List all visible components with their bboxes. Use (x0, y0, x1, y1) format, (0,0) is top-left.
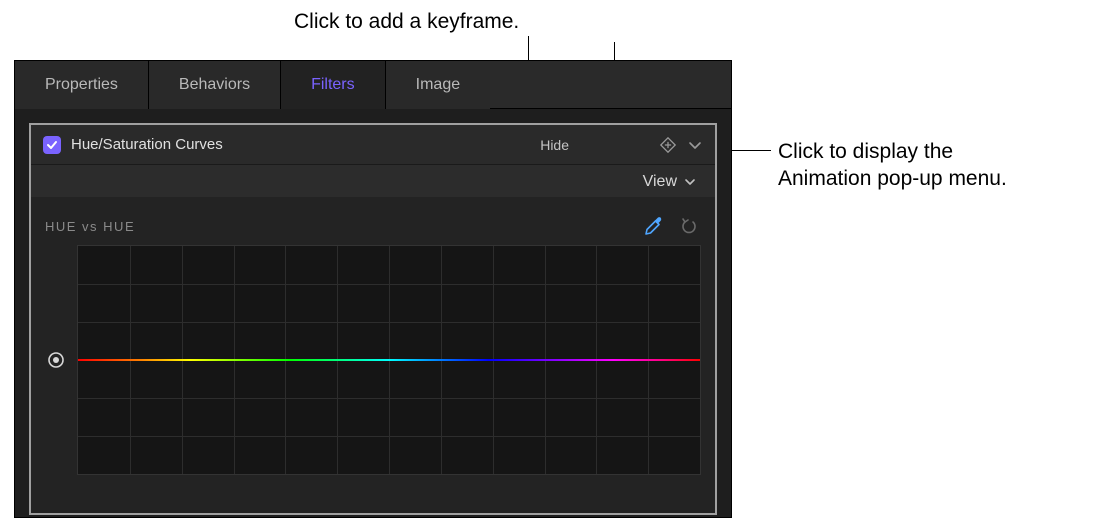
chevron-down-icon[interactable] (683, 175, 697, 189)
animation-menu-chevron-icon[interactable] (687, 137, 703, 153)
checkmark-icon (46, 139, 58, 151)
callout-animation-menu-text: Click to display the Animation pop-up me… (778, 138, 1007, 193)
header-icons (659, 136, 703, 154)
hue-vs-hue-section: HUE vs HUE (31, 197, 715, 475)
view-row: View (31, 165, 715, 197)
add-keyframe-icon[interactable] (659, 136, 677, 154)
tab-image[interactable]: Image (386, 61, 490, 109)
tab-behaviors[interactable]: Behaviors (149, 61, 281, 109)
curve-grid[interactable] (77, 245, 701, 475)
inspector-panel: Properties Behaviors Filters Image Hue/S… (14, 60, 732, 518)
tab-properties[interactable]: Properties (15, 61, 149, 109)
section-header: HUE vs HUE (45, 215, 701, 237)
filter-header: Hue/Saturation Curves Hide (31, 125, 715, 165)
hide-button[interactable]: Hide (540, 137, 569, 153)
grid-line (78, 436, 700, 437)
eyedropper-icon[interactable] (643, 215, 665, 237)
hue-curve-line[interactable] (78, 359, 700, 361)
filter-section: Hue/Saturation Curves Hide View (29, 123, 717, 515)
callout-keyframe-text: Click to add a keyframe. (294, 8, 519, 35)
leader-line (528, 36, 529, 62)
grid-line (78, 398, 700, 399)
tab-bar: Properties Behaviors Filters Image (15, 61, 731, 109)
curve-control-point-icon[interactable] (47, 351, 65, 369)
section-title: HUE vs HUE (45, 219, 643, 234)
filter-title: Hue/Saturation Curves (71, 136, 540, 153)
grid-line (78, 284, 700, 285)
filter-enable-checkbox[interactable] (43, 136, 61, 154)
view-dropdown-label[interactable]: View (643, 173, 677, 191)
reset-icon[interactable] (679, 216, 699, 236)
grid-line (78, 322, 700, 323)
curves-area (45, 245, 701, 475)
tab-filters[interactable]: Filters (281, 61, 386, 109)
